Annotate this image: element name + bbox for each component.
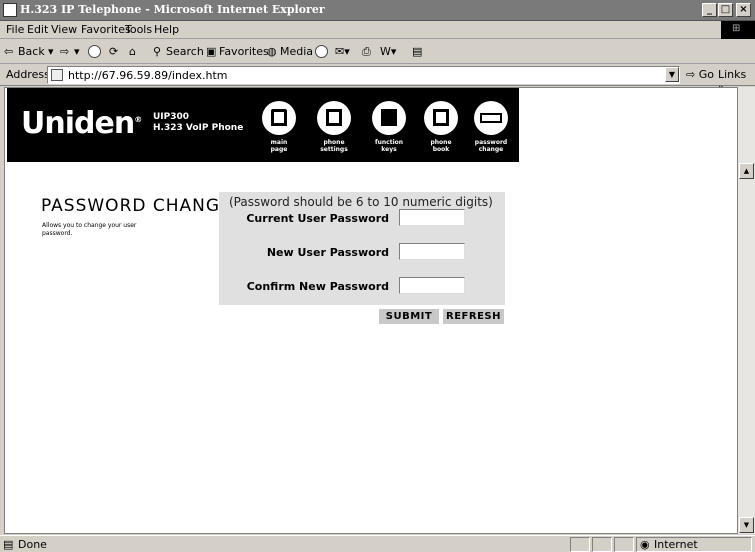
forward-button[interactable]: ⇨ [60, 45, 69, 58]
edit-icon[interactable]: W▾ [380, 45, 396, 58]
back-dropdown-icon[interactable]: ▾ [48, 45, 54, 58]
zone-text: Internet [654, 538, 698, 551]
menu-edit[interactable]: Edit [27, 23, 48, 36]
home-icon [262, 101, 296, 135]
back-button[interactable]: Back [18, 45, 45, 58]
menu-help[interactable]: Help [154, 23, 179, 36]
favorites-icon[interactable]: ▣ [206, 45, 216, 58]
address-input[interactable]: http://67.96.59.89/index.htm [47, 66, 680, 84]
mail-icon[interactable]: ✉▾ [335, 45, 350, 58]
go-arrow-icon: ⇨ [686, 68, 696, 81]
discuss-icon[interactable]: ▤ [412, 45, 422, 58]
menu-bar: File Edit View Favorites Tools Help [0, 21, 755, 39]
media-button[interactable]: Media [280, 45, 313, 58]
status-bar: ▤ Done ◉ Internet [0, 535, 755, 552]
maximize-button[interactable]: □ [718, 3, 733, 17]
confirm-password-label: Confirm New Password [246, 280, 389, 293]
page-content: Uniden® UIP300 H.323 VoIP Phone main page… [4, 87, 738, 534]
windows-logo-icon: ⊞ [721, 21, 755, 39]
menu-favorites[interactable]: Favorites [81, 23, 131, 36]
status-text: Done [18, 538, 47, 551]
go-button[interactable]: ⇨ Go [686, 68, 714, 81]
new-password-input[interactable] [399, 243, 465, 260]
favorites-button[interactable]: Favorites [219, 45, 269, 58]
nav-function-keys[interactable]: function keys [359, 101, 419, 157]
nav-label-line2: settings [320, 146, 348, 153]
model-text: UIP300 H.323 VoIP Phone [153, 112, 243, 134]
uniden-logo: Uniden® [21, 106, 142, 141]
nav-label-line1: function [374, 139, 404, 146]
search-button[interactable]: Search [166, 45, 204, 58]
toolbar: ⇦ Back ▾ ⇨ ▾ ⟳ ⌂ ⚲ Search ▣ Favorites ◍ … [0, 40, 755, 64]
vertical-scrollbar[interactable]: ▲ ▼ [738, 87, 755, 534]
nav-label-line2: change [478, 146, 504, 153]
phone-icon [317, 101, 351, 135]
password-hint: (Password should be 6 to 10 numeric digi… [229, 195, 493, 209]
address-dropdown-icon[interactable]: ▼ [665, 67, 679, 82]
address-label: Address [6, 68, 50, 81]
password-form: (Password should be 6 to 10 numeric digi… [219, 192, 505, 305]
nav-label-line1: main [270, 139, 288, 146]
book-icon [424, 101, 458, 135]
history-icon[interactable] [315, 45, 328, 58]
scroll-up-icon[interactable]: ▲ [739, 163, 754, 179]
menu-tools[interactable]: Tools [125, 23, 152, 36]
menu-view[interactable]: View [51, 23, 77, 36]
media-icon[interactable]: ◍ [267, 45, 277, 58]
back-arrow-icon[interactable]: ⇦ [4, 45, 13, 58]
nav-main-page[interactable]: main page [249, 101, 309, 157]
current-password-label: Current User Password [246, 212, 389, 225]
new-password-label: New User Password [266, 246, 389, 259]
stop-icon[interactable] [88, 45, 101, 58]
current-password-input[interactable] [399, 209, 465, 226]
refresh-icon[interactable]: ⟳ [109, 45, 118, 58]
minimize-button[interactable]: _ [702, 3, 717, 17]
window-title: H.323 IP Telephone - Microsoft Internet … [20, 3, 325, 16]
menu-file[interactable]: File [6, 23, 24, 36]
search-icon[interactable]: ⚲ [153, 45, 161, 58]
nav-label-line2: keys [381, 146, 397, 153]
close-button[interactable]: × [736, 3, 751, 17]
go-label: Go [698, 68, 714, 81]
nav-phone-settings[interactable]: phone settings [304, 101, 364, 157]
password-icon [474, 101, 508, 135]
status-page-icon: ▤ [3, 538, 14, 551]
scroll-down-icon[interactable]: ▼ [739, 517, 754, 533]
status-pane [570, 537, 590, 552]
title-bar: H.323 IP Telephone - Microsoft Internet … [0, 0, 755, 21]
address-url[interactable]: http://67.96.59.89/index.htm [68, 69, 227, 82]
forward-dropdown-icon[interactable]: ▾ [74, 45, 80, 58]
uniden-banner: Uniden® UIP300 H.323 VoIP Phone main page… [7, 88, 519, 162]
nav-label-line1: password [474, 139, 508, 146]
nav-password-change[interactable]: password change [461, 101, 521, 157]
submit-button[interactable]: SUBMIT [379, 309, 439, 324]
internet-globe-icon: ◉ [640, 538, 650, 551]
ie-page-icon [3, 3, 17, 17]
page-title: PASSWORD CHANGE [41, 196, 232, 216]
page-description: Allows you to change your user password. [42, 222, 137, 237]
address-bar: Address http://67.96.59.89/index.htm ▼ ⇨… [0, 64, 755, 94]
nav-label-line2: page [270, 146, 288, 153]
model-line2: H.323 VoIP Phone [153, 123, 244, 133]
status-pane [592, 537, 612, 552]
refresh-button[interactable]: REFRESH [443, 309, 504, 324]
print-icon[interactable]: ⎙ [362, 45, 371, 59]
confirm-password-input[interactable] [399, 277, 465, 294]
model-line1: UIP300 [153, 112, 190, 122]
nav-label-line1: phone [323, 139, 345, 146]
home-icon[interactable]: ⌂ [129, 45, 136, 58]
status-pane [614, 537, 634, 552]
function-key-icon [372, 101, 406, 135]
page-icon [51, 69, 63, 81]
